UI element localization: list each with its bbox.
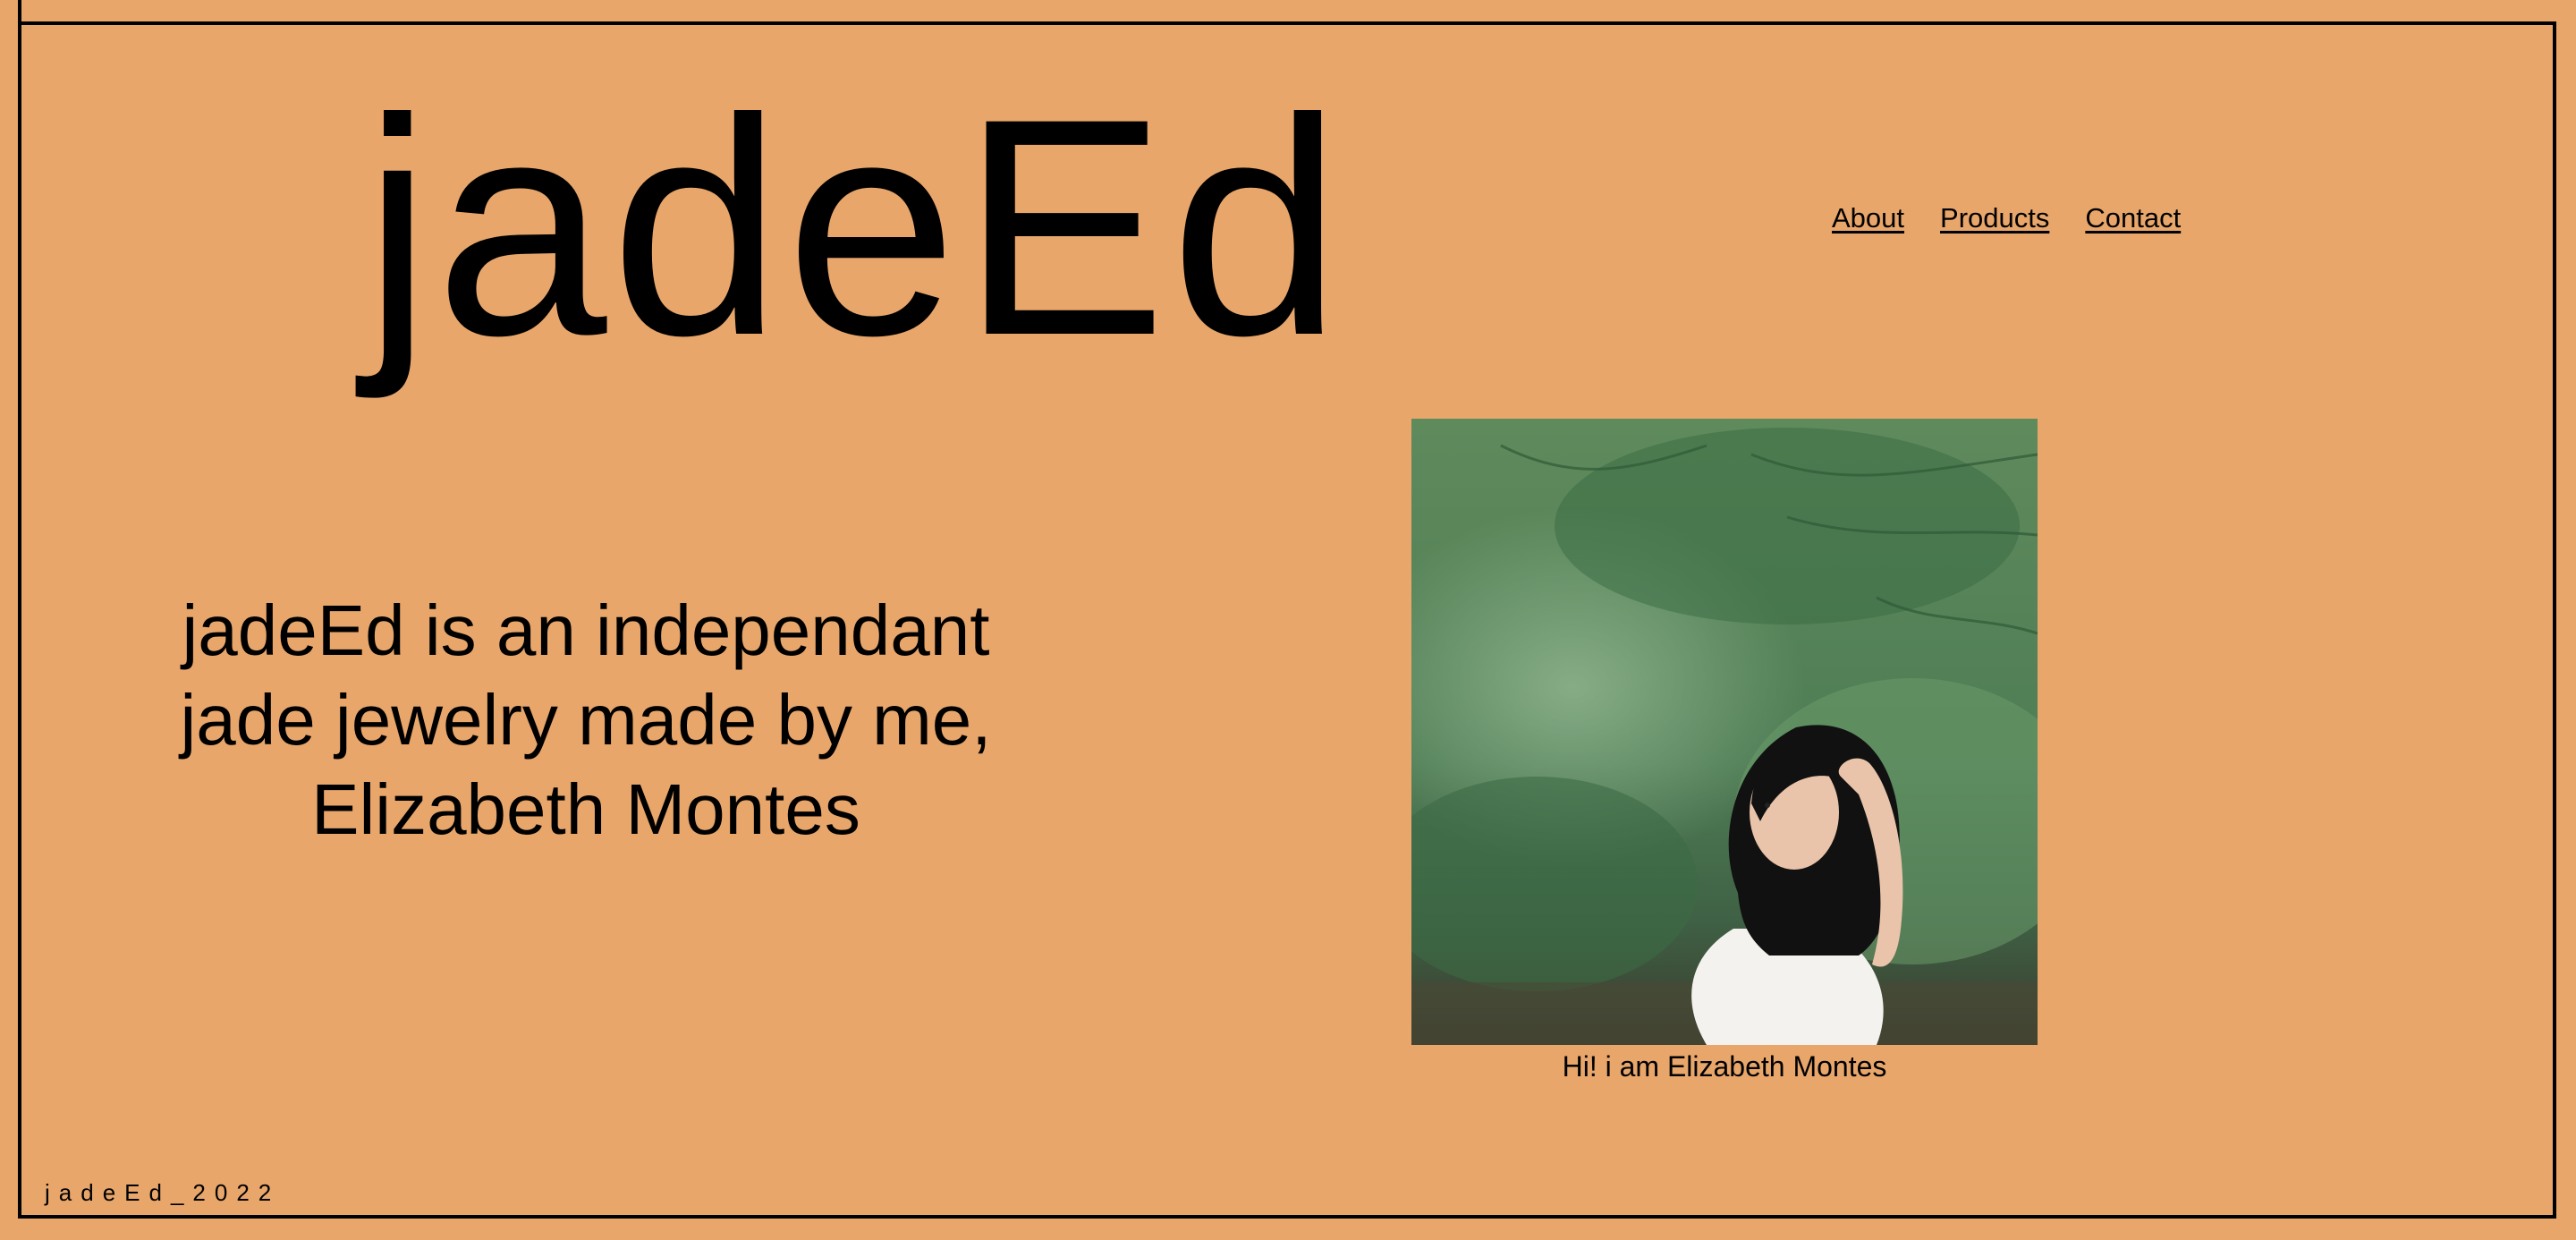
site-logo[interactable]: jadeEd bbox=[363, 73, 1345, 382]
intro-text: jadeEd is an independant jade jewelry ma… bbox=[180, 590, 992, 849]
main-nav: About Products Contact bbox=[1832, 202, 2181, 234]
nav-about-link[interactable]: About bbox=[1832, 202, 1904, 234]
nav-products-link[interactable]: Products bbox=[1940, 202, 2049, 234]
footer-text: jadeEd_2022 bbox=[45, 1179, 281, 1206]
photo-caption: Hi! i am Elizabeth Montes bbox=[1562, 1050, 1887, 1083]
frame-notch bbox=[18, 0, 21, 21]
nav-contact-link[interactable]: Contact bbox=[2085, 202, 2181, 234]
profile-photo bbox=[1411, 419, 2038, 1045]
top-strip bbox=[0, 0, 2576, 21]
